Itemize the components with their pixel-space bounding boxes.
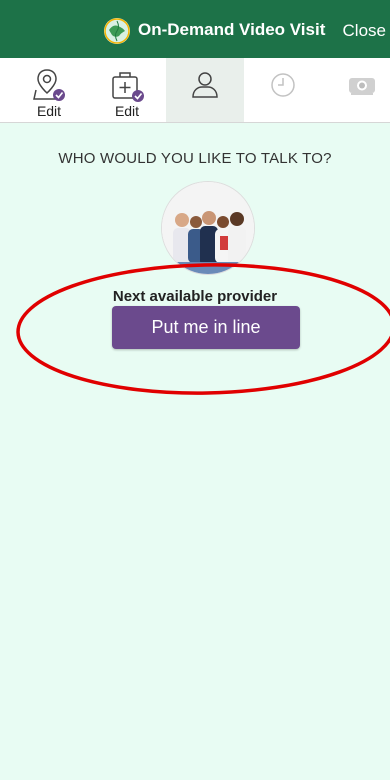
provider-group-image: [162, 182, 254, 274]
location-icon: [33, 69, 65, 101]
put-in-line-button[interactable]: Put me in line: [112, 306, 300, 349]
top-bar: On-Demand Video Visit Close: [0, 0, 390, 58]
close-button[interactable]: Close: [343, 21, 386, 41]
provider-name-label: Next available provider: [112, 288, 278, 305]
clock-icon: [271, 73, 295, 97]
step-progress-bar: Edit Edit: [0, 58, 390, 123]
step-location[interactable]: Edit: [10, 58, 88, 122]
provider-question: WHO WOULD YOU LIKE TO TALK TO?: [58, 150, 332, 167]
provider-group-photo[interactable]: [161, 181, 255, 275]
step-medical[interactable]: Edit: [88, 58, 166, 122]
step-location-label: Edit: [36, 103, 62, 119]
step-provider[interactable]: [166, 58, 244, 122]
person-icon: [192, 72, 218, 98]
step-medical-label: Edit: [114, 103, 140, 119]
globe-logo-icon: [104, 18, 130, 44]
medical-kit-icon: [112, 72, 144, 102]
page-title: On-Demand Video Visit: [138, 20, 326, 39]
step-schedule[interactable]: [244, 58, 322, 122]
step-video[interactable]: [322, 58, 390, 122]
camera-icon: [349, 78, 375, 95]
